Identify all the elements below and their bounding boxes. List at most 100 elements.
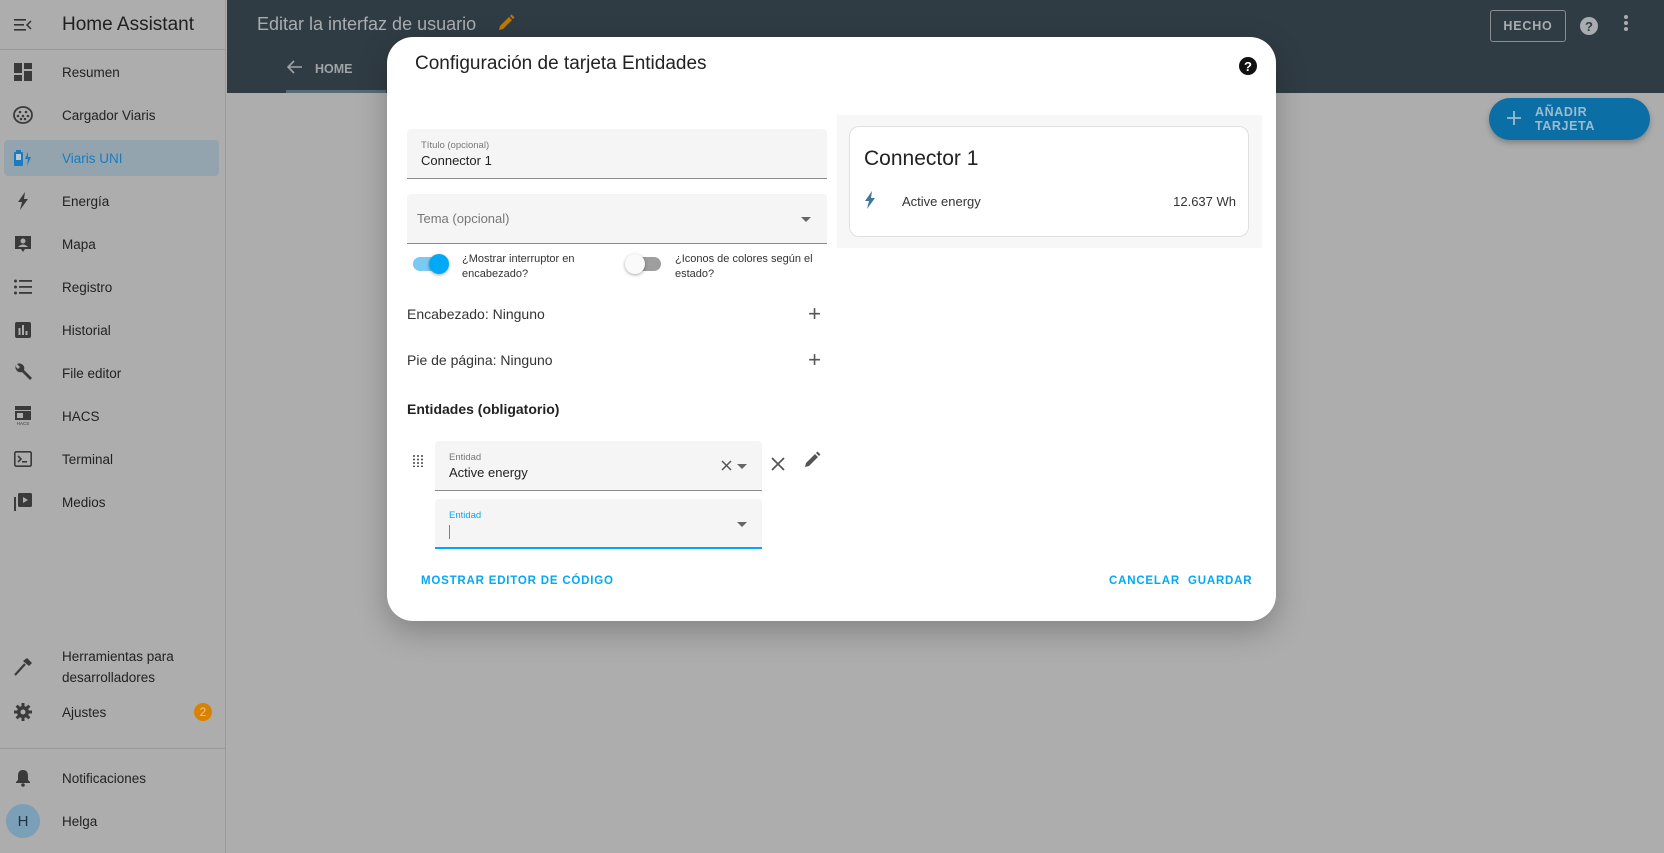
sidebar-item-registro[interactable]: Registro: [4, 269, 219, 305]
sidebar-item-label: HACS: [62, 408, 100, 424]
save-button[interactable]: GUARDAR: [1188, 575, 1252, 587]
entity-name: Active energy: [902, 194, 981, 209]
card-title: Connector 1: [864, 147, 979, 170]
sidebar-item-resumen[interactable]: Resumen: [4, 54, 219, 90]
tab-indicator: [286, 90, 386, 93]
ev-plug-icon: [4, 106, 42, 124]
help-icon[interactable]: ?: [1579, 16, 1599, 41]
svg-text:?: ?: [1244, 59, 1252, 74]
show-header-toggle-label: ¿Mostrar interruptor en encabezado?: [462, 253, 575, 280]
sidebar-item-mapa[interactable]: Mapa: [4, 226, 219, 262]
header-label: Encabezado: Ninguno: [407, 306, 545, 322]
list-icon: [4, 279, 42, 295]
sidebar-item-label: Mapa: [62, 236, 96, 252]
avatar: H: [6, 804, 40, 838]
remove-entity-icon[interactable]: [771, 451, 785, 477]
sidebar-item-developer-tools[interactable]: Herramientas para desarrolladores: [4, 645, 224, 689]
bell-icon: [4, 769, 42, 787]
dialog-title: Configuración de tarjeta Entidades: [415, 53, 707, 74]
tab-home[interactable]: HOME: [286, 60, 353, 77]
sidebar-item-label: Energía: [62, 193, 110, 209]
text-cursor: [449, 525, 450, 539]
sidebar-item-label: Notificaciones: [62, 770, 147, 786]
field-value: Active energy: [449, 465, 528, 480]
cancel-button[interactable]: CANCELAR: [1109, 575, 1180, 587]
sidebar-item-label: Registro: [62, 279, 113, 295]
sidebar: Home Assistant Resumen Cargador Viaris V…: [0, 0, 226, 853]
sidebar-item-historial[interactable]: Historial: [4, 312, 219, 348]
sidebar-item-ajustes[interactable]: Ajustes 2: [4, 694, 224, 730]
sidebar-item-label: Helga: [62, 813, 98, 829]
sidebar-item-label: Herramientas para desarrolladores: [62, 649, 174, 685]
drag-handle-icon[interactable]: [413, 455, 423, 470]
arrow-left-icon[interactable]: [286, 60, 303, 77]
show-header-toggle[interactable]: [413, 254, 449, 274]
notification-badge: 2: [194, 703, 212, 721]
show-code-editor-button[interactable]: MOSTRAR EDITOR DE CÓDIGO: [421, 575, 614, 587]
edit-entity-icon[interactable]: [803, 451, 821, 474]
footer-row: Pie de página: Ninguno +: [407, 337, 827, 383]
dropdown-caret-icon: [801, 217, 811, 222]
dropdown-caret-icon[interactable]: [737, 464, 747, 469]
entity-state: 12.637 Wh: [1173, 194, 1236, 209]
footer-label: Pie de página: Ninguno: [407, 352, 553, 368]
svg-text:?: ?: [1585, 19, 1593, 34]
entity-picker[interactable]: Entidad Active energy: [435, 441, 762, 491]
new-entity-picker[interactable]: Entidad: [435, 499, 762, 549]
title-field[interactable]: Título (opcional) Connector 1: [407, 129, 827, 179]
app-title: Home Assistant: [62, 13, 194, 35]
theme-select[interactable]: Tema (opcional): [407, 194, 827, 244]
page-title: Editar la interfaz de usuario: [257, 14, 477, 34]
entity-row: Entidad Active energy Entidad: [407, 441, 827, 549]
add-header-icon[interactable]: +: [808, 301, 821, 327]
sidebar-divider: [0, 748, 226, 749]
card-config-dialog: Configuración de tarjeta Entidades ? Tít…: [387, 37, 1276, 621]
help-icon[interactable]: ?: [1238, 56, 1258, 81]
entities-heading: Entidades (obligatorio): [407, 401, 560, 417]
sidebar-item-label: Ajustes: [62, 704, 107, 720]
sidebar-item-label: Terminal: [62, 451, 114, 467]
lightning-bolt-icon: [864, 191, 876, 212]
sidebar-item-file-editor[interactable]: File editor: [4, 355, 219, 391]
field-label: Entidad: [449, 452, 482, 463]
sidebar-item-medios[interactable]: Medios: [4, 484, 219, 520]
field-placeholder: Tema (opcional): [417, 211, 510, 226]
wrench-icon: [4, 363, 42, 383]
hammer-icon: [4, 658, 42, 676]
tab-label: HOME: [315, 61, 353, 76]
sidebar-item-label: Medios: [62, 494, 106, 510]
sidebar-item-label: Historial: [62, 322, 111, 338]
gear-icon: [4, 703, 42, 721]
entity-state-row[interactable]: Active energy 12.637 Wh: [864, 191, 1236, 212]
dashboard-icon: [4, 63, 42, 81]
sidebar-item-energia[interactable]: Energía: [4, 183, 219, 219]
state-color-toggle-label: ¿Iconos de colores según el estado?: [675, 253, 813, 280]
menu-toggle-icon[interactable]: [0, 0, 46, 50]
sidebar-item-cargador-viaris[interactable]: Cargador Viaris: [4, 97, 219, 133]
svg-text:HACS: HACS: [17, 421, 30, 426]
header-row: Encabezado: Ninguno +: [407, 291, 827, 337]
entities-card: Connector 1 Active energy 12.637 Wh: [849, 126, 1249, 237]
sidebar-item-notificaciones[interactable]: Notificaciones: [4, 760, 224, 796]
add-footer-icon[interactable]: +: [808, 347, 821, 373]
edit-title-icon[interactable]: [497, 14, 515, 37]
clear-icon[interactable]: [721, 458, 732, 475]
add-card-button[interactable]: AÑADIR TARJETA: [1489, 98, 1650, 140]
done-button[interactable]: HECHO: [1490, 10, 1566, 42]
map-account-icon: [4, 235, 42, 253]
sidebar-item-user[interactable]: H Helga: [4, 803, 224, 839]
sidebar-item-terminal[interactable]: Terminal: [4, 441, 219, 477]
field-label: Título (opcional): [421, 140, 490, 151]
lightning-bolt-icon: [4, 192, 42, 210]
card-editor: Título (opcional) Connector 1 Tema (opci…: [407, 129, 827, 549]
sidebar-item-label: Resumen: [62, 64, 120, 80]
plus-icon: [1507, 110, 1521, 128]
state-color-toggle[interactable]: [625, 254, 661, 274]
sidebar-item-label: Cargador Viaris: [62, 107, 156, 123]
more-vert-icon[interactable]: [1623, 14, 1629, 38]
sidebar-item-hacs[interactable]: HACS HACS: [4, 398, 219, 434]
hacs-icon: HACS: [4, 406, 42, 426]
sidebar-item-label: File editor: [62, 365, 122, 381]
sidebar-item-viaris-uni[interactable]: Viaris UNI: [4, 140, 219, 176]
dropdown-caret-icon[interactable]: [737, 522, 747, 527]
